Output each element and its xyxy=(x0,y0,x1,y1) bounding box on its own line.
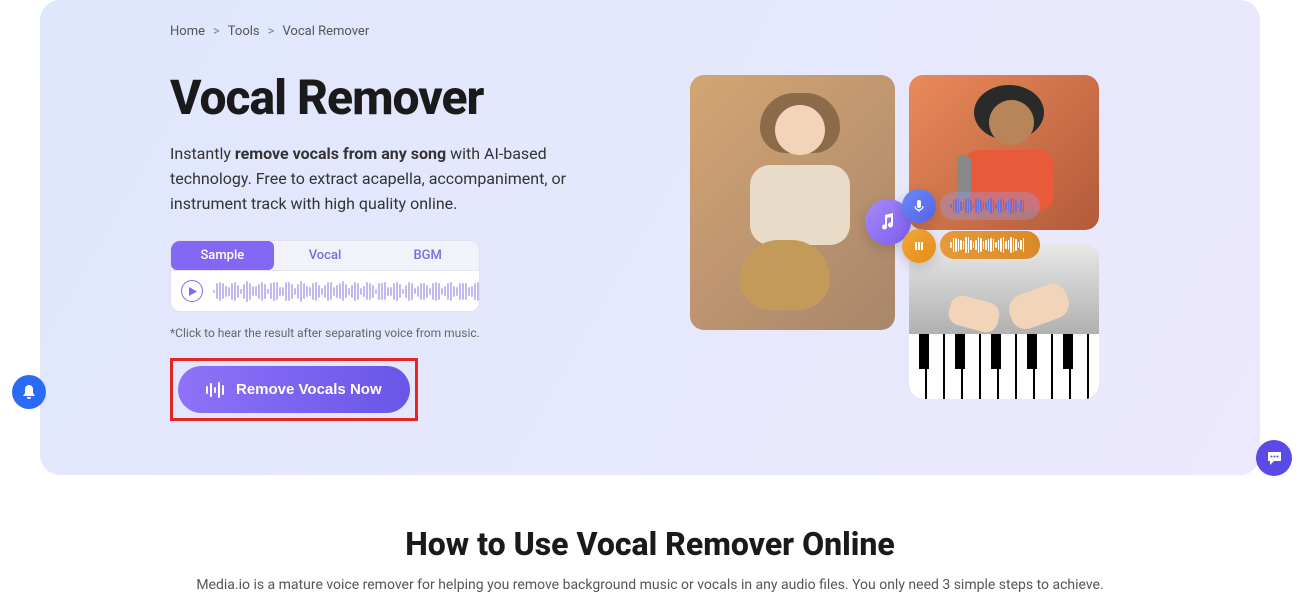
play-icon xyxy=(189,287,197,296)
section-title: How to Use Vocal Remover Online xyxy=(0,525,1300,563)
cta-highlight-box: Remove Vocals Now xyxy=(170,358,418,421)
breadcrumb-current: Vocal Remover xyxy=(282,24,369,39)
instrument-icon xyxy=(902,229,936,263)
cta-label: Remove Vocals Now xyxy=(236,381,382,398)
image-guitar-player xyxy=(690,75,895,330)
play-button[interactable] xyxy=(181,280,203,302)
mic-icon xyxy=(902,189,936,223)
waveform-icon xyxy=(206,382,226,398)
waveform-pill-blue xyxy=(940,192,1040,220)
image-piano xyxy=(909,244,1099,399)
remove-vocals-button[interactable]: Remove Vocals Now xyxy=(178,366,410,413)
tab-sample[interactable]: Sample xyxy=(171,241,274,270)
waveform-pill-orange xyxy=(940,231,1040,259)
waveform-row xyxy=(171,271,479,311)
how-to-section: How to Use Vocal Remover Online Media.io… xyxy=(0,475,1300,593)
tab-bgm[interactable]: BGM xyxy=(376,241,479,270)
section-desc: Media.io is a mature voice remover for h… xyxy=(0,577,1300,593)
chat-icon xyxy=(1266,450,1283,467)
notifications-button[interactable] xyxy=(12,375,46,409)
hero-copy: Vocal Remover Instantly remove vocals fr… xyxy=(170,69,630,421)
preview-tabs: Sample Vocal BGM xyxy=(171,241,479,271)
subheading: Instantly remove vocals from any song wi… xyxy=(170,142,630,216)
chevron-right-icon: > xyxy=(213,24,220,39)
breadcrumb-home[interactable]: Home xyxy=(170,24,205,39)
hint-text: *Click to hear the result after separati… xyxy=(170,326,630,340)
audio-preview-player: Sample Vocal BGM xyxy=(170,240,480,312)
waveform-icon xyxy=(213,279,480,303)
chevron-right-icon: > xyxy=(268,24,275,39)
bell-icon xyxy=(21,384,37,400)
tab-vocal[interactable]: Vocal xyxy=(274,241,377,270)
hero-images xyxy=(690,69,1180,421)
hero-section: Home > Tools > Vocal Remover Vocal Remov… xyxy=(40,0,1260,475)
chat-button[interactable] xyxy=(1256,440,1292,476)
breadcrumb: Home > Tools > Vocal Remover xyxy=(170,24,1180,39)
page-title: Vocal Remover xyxy=(170,69,630,126)
breadcrumb-tools[interactable]: Tools xyxy=(228,24,260,39)
